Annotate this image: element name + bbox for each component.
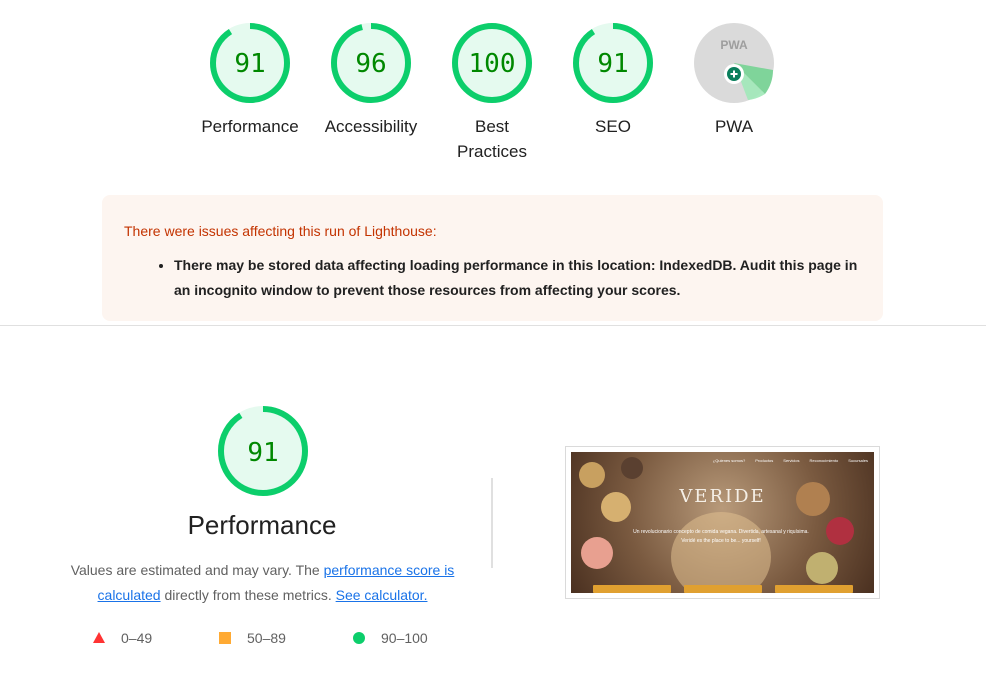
thumb-cta-button: [684, 585, 762, 593]
gauge-pwa[interactable]: PWA PWA: [680, 22, 788, 139]
final-screenshot-thumbnail[interactable]: ¿Quienes somos? Productos Servicios Reco…: [565, 446, 880, 599]
performance-gauge-large: 91: [216, 405, 310, 497]
gauge-score: 96: [355, 49, 386, 79]
legend-fail: 0–49: [93, 630, 152, 646]
thumbnail-nav: ¿Quienes somos? Productos Servicios Reco…: [713, 458, 868, 463]
food-bowl-image: [621, 457, 643, 479]
legend-average: 50–89: [219, 630, 286, 646]
gauge-label-line1: Best: [474, 117, 510, 136]
food-plate-image: [671, 512, 771, 593]
gauge-best-practices[interactable]: 100 Best Practices: [438, 22, 546, 164]
pwa-badge-icon: PWA: [694, 23, 774, 103]
food-bowl-image: [806, 552, 838, 584]
gauge-label: SEO: [595, 117, 631, 136]
gauge-seo[interactable]: 91 SEO: [559, 22, 667, 139]
gauge-ring: 96: [331, 23, 411, 103]
warning-item: There may be stored data affecting loadi…: [174, 253, 861, 303]
food-bowl-image: [581, 537, 613, 569]
desc-text-pre: Values are estimated and may vary. The: [70, 562, 324, 578]
gauge-score: 91: [234, 49, 265, 79]
thumb-nav-item: Productos: [755, 458, 774, 463]
gauge-score: 100: [469, 49, 516, 79]
thumb-cta-button: [775, 585, 853, 593]
performance-title: Performance: [187, 510, 337, 540]
thumb-nav-item: Sucursales: [848, 458, 868, 463]
legend-range: 0–49: [121, 630, 153, 646]
thumb-nav-item: Servicios: [783, 458, 800, 463]
gauge-label-line2: Practices: [457, 142, 527, 161]
gauge-ring: 91: [210, 23, 290, 103]
section-divider: [0, 325, 986, 326]
gauge-label: Accessibility: [324, 117, 418, 136]
thumbnail-tagline: Un revolucionario concepto de comida veg…: [633, 529, 809, 544]
thumb-nav-item: Reconocimiento: [809, 458, 839, 463]
gauge-ring: 100: [452, 23, 532, 103]
thumbnail-brand: VERIDE: [679, 486, 766, 507]
food-bowl-image: [826, 517, 854, 545]
gauge-score: 91: [247, 438, 278, 468]
pwa-badge-text: PWA: [720, 38, 748, 52]
thumb-nav-item: ¿Quienes somos?: [712, 458, 746, 463]
gauge-ring: 91: [218, 406, 308, 496]
legend-pass: 90–100: [353, 630, 428, 646]
performance-description: Values are estimated and may vary. The p…: [60, 558, 465, 608]
gauge-label: PWA: [714, 117, 754, 136]
gauge-score: 91: [597, 49, 628, 79]
food-bowl-image: [579, 462, 605, 488]
warning-title: There were issues affecting this run of …: [124, 223, 437, 239]
triangle-icon: [93, 632, 105, 643]
legend-range: 50–89: [247, 630, 286, 646]
gauge-accessibility[interactable]: 96 Accessibility: [317, 22, 425, 139]
warning-list: There may be stored data affecting loadi…: [124, 253, 861, 303]
see-calculator-link[interactable]: See calculator.: [336, 587, 428, 603]
gauge-label: Best Practices: [438, 114, 546, 164]
lighthouse-warning-box: There were issues affecting this run of …: [102, 195, 883, 321]
circle-icon: [353, 632, 365, 644]
legend-range: 90–100: [381, 630, 428, 646]
screenshot-image: ¿Quienes somos? Productos Servicios Reco…: [571, 452, 874, 593]
square-icon: [219, 632, 231, 644]
vertical-divider: [491, 478, 493, 568]
thumb-cta-button: [593, 585, 671, 593]
gauge-label: Performance: [201, 117, 299, 136]
gauge-ring: 91: [573, 23, 653, 103]
gauge-performance[interactable]: 91 Performance: [196, 22, 304, 139]
desc-text-mid: directly from these metrics.: [160, 587, 336, 603]
